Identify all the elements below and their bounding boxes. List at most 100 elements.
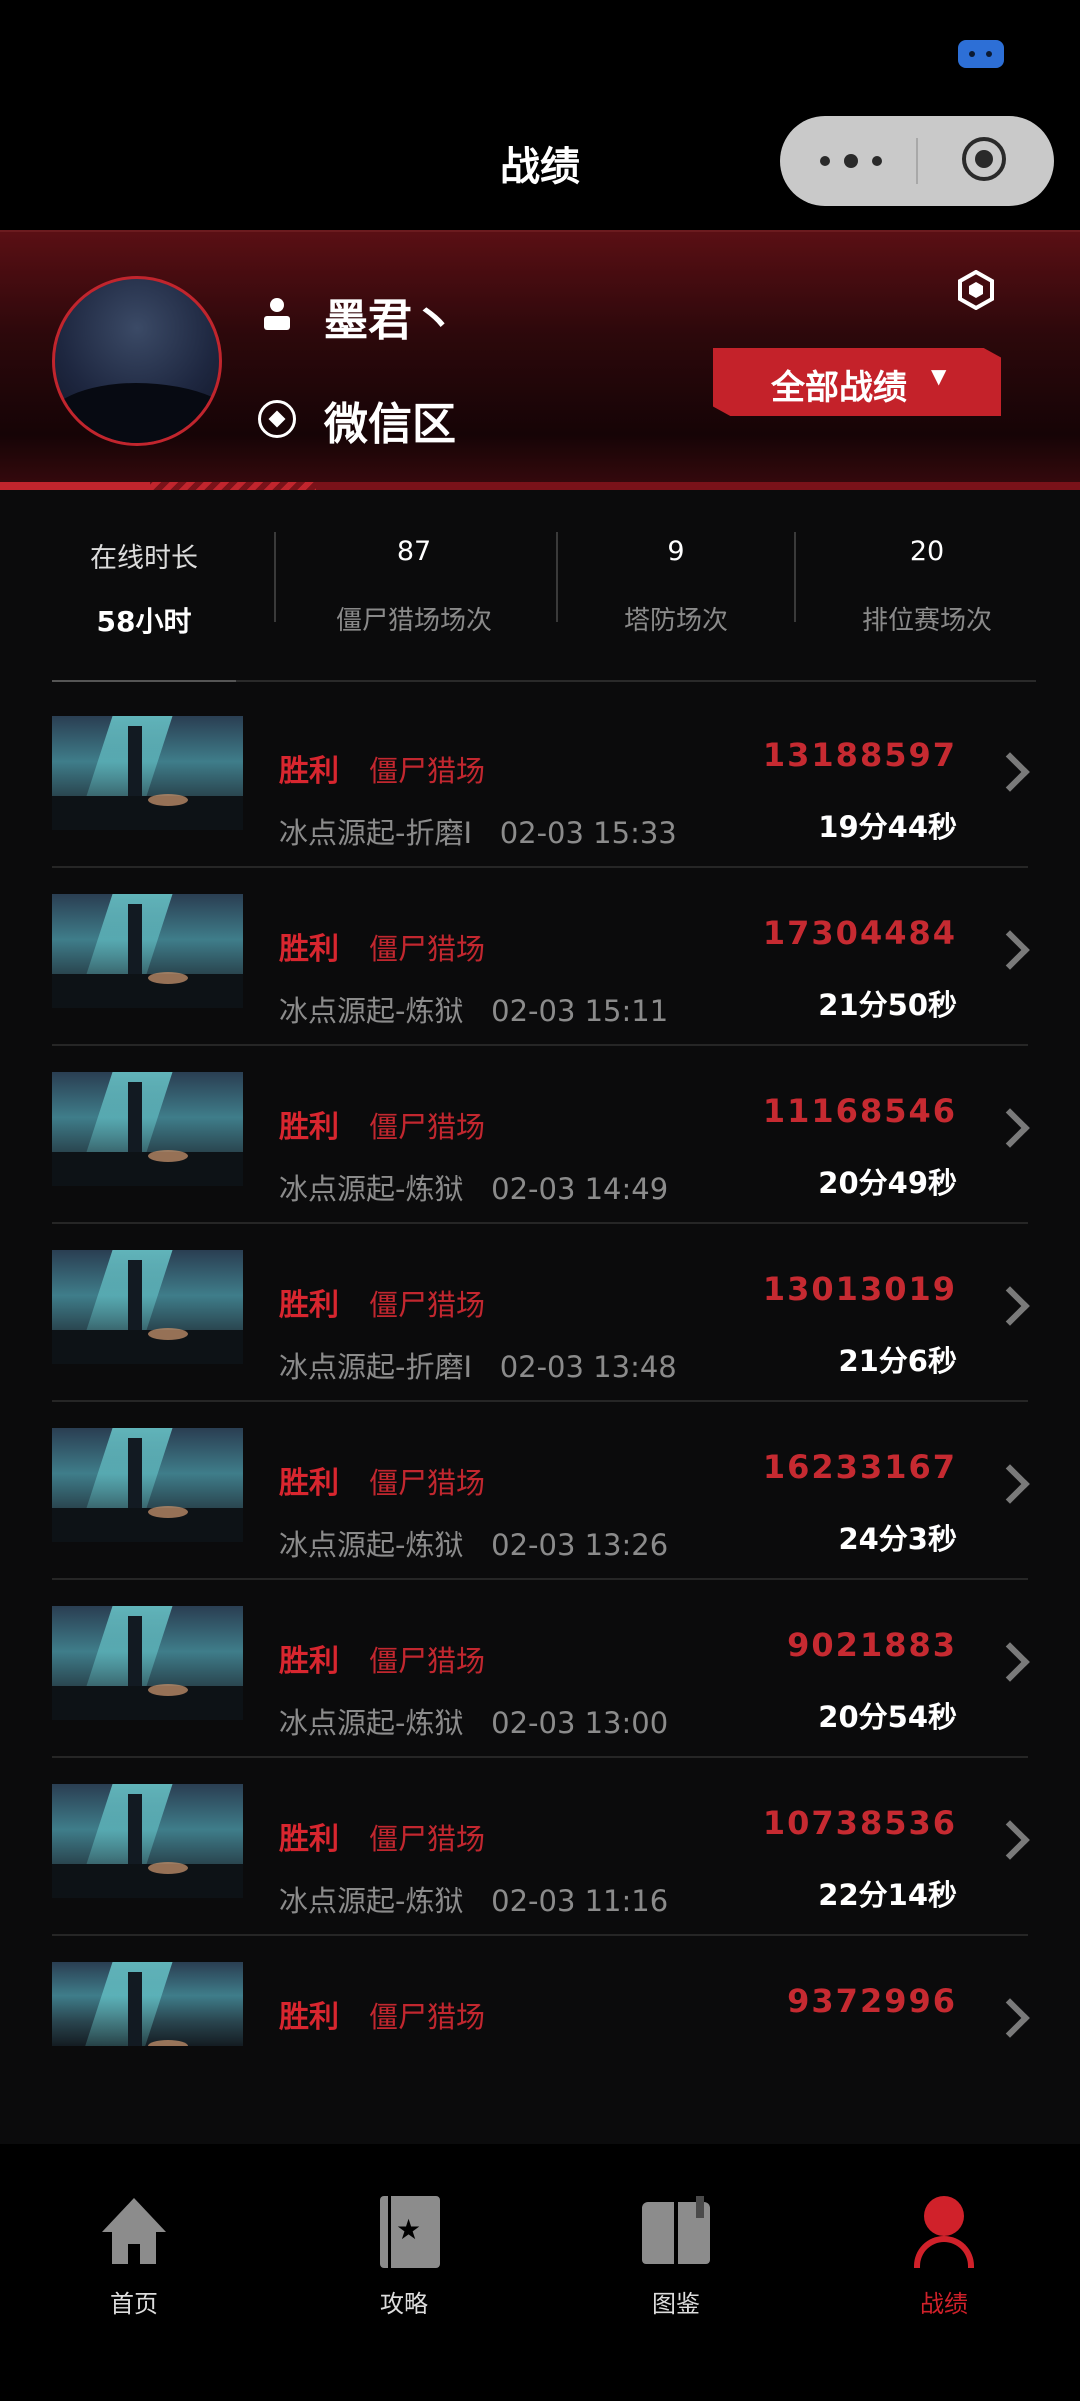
map-and-time: 冰点源起-折磨I 02-03 13:48 — [279, 1350, 677, 1384]
tab-atlas[interactable]: 图鉴 — [596, 2196, 756, 2318]
map-thumbnail — [52, 1250, 243, 1364]
mode-label: 僵尸猎场 — [369, 1466, 486, 1500]
zone-name: 微信区 — [324, 399, 456, 450]
map-thumbnail — [52, 1428, 243, 1542]
mini-program-capsule — [780, 116, 1054, 206]
tab-records[interactable]: 战绩 — [864, 2196, 1024, 2318]
score: 9372996 — [787, 1982, 957, 2020]
record-item[interactable]: 胜利 僵尸猎场 冰点源起-炼狱 02-03 13:00 9021883 20分5… — [0, 1580, 1080, 1758]
result-label: 胜利 — [279, 2000, 339, 2035]
map-thumbnail — [52, 1962, 243, 2046]
more-options-icon[interactable] — [820, 154, 884, 168]
tab-label: 首页 — [110, 2290, 158, 2318]
map-thumbnail — [52, 716, 243, 830]
stats-summary: 在线时长 58小时 87 僵尸猎场场次 9 塔防场次 20 排位赛场次 — [52, 526, 1036, 638]
map-and-time: 冰点源起-炼狱 02-03 13:26 — [279, 1528, 669, 1562]
bottom-tab-bar: 首页 ★ 攻略 图鉴 战绩 — [0, 2144, 1080, 2401]
hexagon-settings-icon[interactable] — [956, 270, 996, 310]
map-thumbnail — [52, 1784, 243, 1898]
result-label: 胜利 — [279, 1288, 339, 1323]
score: 9021883 — [787, 1626, 957, 1664]
tab-home[interactable]: 首页 — [54, 2196, 214, 2318]
record-item[interactable]: 胜利 僵尸猎场 冰点源起-炼狱 02-03 15:11 17304484 21分… — [0, 868, 1080, 1046]
avatar[interactable] — [52, 276, 222, 446]
stat-online-hours[interactable]: 在线时长 58小时 — [52, 526, 236, 638]
record-item[interactable]: 胜利 僵尸猎场 冰点源起-炼狱 02-03 14:49 11168546 20分… — [0, 1046, 1080, 1224]
result-label: 胜利 — [279, 754, 339, 789]
person-icon — [908, 2196, 980, 2268]
mode-label: 僵尸猎场 — [369, 1644, 486, 1678]
duration: 22分14秒 — [818, 1878, 957, 1912]
map-and-time: 冰点源起-折磨I 02-03 15:33 — [279, 816, 677, 850]
map-thumbnail — [52, 1072, 243, 1186]
mode-label: 僵尸猎场 — [369, 1288, 486, 1322]
score: 11168546 — [762, 1092, 957, 1130]
chevron-right-icon — [996, 1822, 1030, 1856]
duration: 19分44秒 — [818, 810, 957, 844]
map-thumbnail — [52, 1606, 243, 1720]
capsule-divider — [916, 138, 918, 184]
chevron-right-icon — [996, 1110, 1030, 1144]
map-and-time: 冰点源起-炼狱 02-03 11:16 — [279, 1884, 669, 1918]
records-content: 在线时长 58小时 87 僵尸猎场场次 9 塔防场次 20 排位赛场次 胜利 僵… — [0, 490, 1080, 2144]
stats-underline — [52, 680, 1036, 682]
nav-bar: 战绩 — [0, 110, 1080, 230]
chevron-right-icon — [996, 932, 1030, 966]
dropdown-caret-icon: ▼ — [931, 364, 947, 388]
score: 17304484 — [762, 914, 957, 952]
tab-label: 战绩 — [920, 2290, 968, 2318]
score: 10738536 — [762, 1804, 957, 1842]
score: 13013019 — [762, 1270, 957, 1308]
result-label: 胜利 — [279, 1822, 339, 1857]
record-item[interactable]: 胜利 僵尸猎场 冰点源起-折磨I 02-03 15:33 13188597 19… — [0, 690, 1080, 868]
map-and-time: 冰点源起-炼狱 02-03 15:11 — [279, 994, 669, 1028]
record-item[interactable]: 胜利 僵尸猎场 9372996 — [0, 1936, 1080, 2046]
mode-label: 僵尸猎场 — [369, 754, 486, 788]
mode-label: 僵尸猎场 — [369, 2000, 486, 2034]
tab-guide[interactable]: ★ 攻略 — [324, 2196, 484, 2318]
mode-label: 僵尸猎场 — [369, 1822, 486, 1856]
result-label: 胜利 — [279, 932, 339, 967]
duration: 20分49秒 — [818, 1166, 957, 1200]
zone-icon — [258, 400, 296, 438]
mode-label: 僵尸猎场 — [369, 932, 486, 966]
stat-ranked[interactable]: 20 排位赛场次 — [796, 526, 1058, 636]
chevron-right-icon — [996, 2000, 1030, 2034]
close-target-icon[interactable] — [962, 137, 1006, 181]
map-thumbnail — [52, 894, 243, 1008]
result-label: 胜利 — [279, 1110, 339, 1145]
filter-all-records-button[interactable]: 全部战绩 ▼ — [713, 348, 1001, 416]
home-icon — [98, 2196, 170, 2268]
stat-tower-defense[interactable]: 9 塔防场次 — [558, 526, 794, 636]
mode-label: 僵尸猎场 — [369, 1110, 486, 1144]
stats-active-indicator — [52, 680, 236, 682]
duration: 21分50秒 — [818, 988, 957, 1022]
score: 13188597 — [762, 736, 957, 774]
status-bar — [0, 0, 1080, 110]
chevron-right-icon — [996, 754, 1030, 788]
tab-label: 图鉴 — [652, 2290, 700, 2318]
filter-label: 全部战绩 — [771, 368, 907, 408]
username: 墨君丶 — [324, 295, 456, 346]
map-and-time: 冰点源起-炼狱 02-03 13:00 — [279, 1706, 669, 1740]
duration: 24分3秒 — [838, 1522, 957, 1556]
user-icon — [258, 296, 296, 334]
duration: 20分54秒 — [818, 1700, 957, 1734]
result-label: 胜利 — [279, 1466, 339, 1501]
guide-book-icon: ★ — [380, 2196, 440, 2268]
record-item[interactable]: 胜利 僵尸猎场 冰点源起-炼狱 02-03 11:16 10738536 22分… — [0, 1758, 1080, 1936]
tab-label: 攻略 — [380, 2290, 428, 2318]
record-item[interactable]: 胜利 僵尸猎场 冰点源起-折磨I 02-03 13:48 13013019 21… — [0, 1224, 1080, 1402]
atlas-book-icon — [640, 2196, 712, 2268]
duration: 21分6秒 — [838, 1344, 957, 1378]
chevron-right-icon — [996, 1466, 1030, 1500]
record-item[interactable]: 胜利 僵尸猎场 冰点源起-炼狱 02-03 13:26 16233167 24分… — [0, 1402, 1080, 1580]
profile-header: 墨君丶 微信区 全部战绩 ▼ — [0, 230, 1080, 492]
map-and-time: 冰点源起-炼狱 02-03 14:49 — [279, 1172, 669, 1206]
chevron-right-icon — [996, 1644, 1030, 1678]
status-indicator-icon — [958, 40, 1004, 68]
score: 16233167 — [762, 1448, 957, 1486]
chevron-right-icon — [996, 1288, 1030, 1322]
stat-zombie-hunt[interactable]: 87 僵尸猎场场次 — [276, 526, 552, 636]
result-label: 胜利 — [279, 1644, 339, 1679]
